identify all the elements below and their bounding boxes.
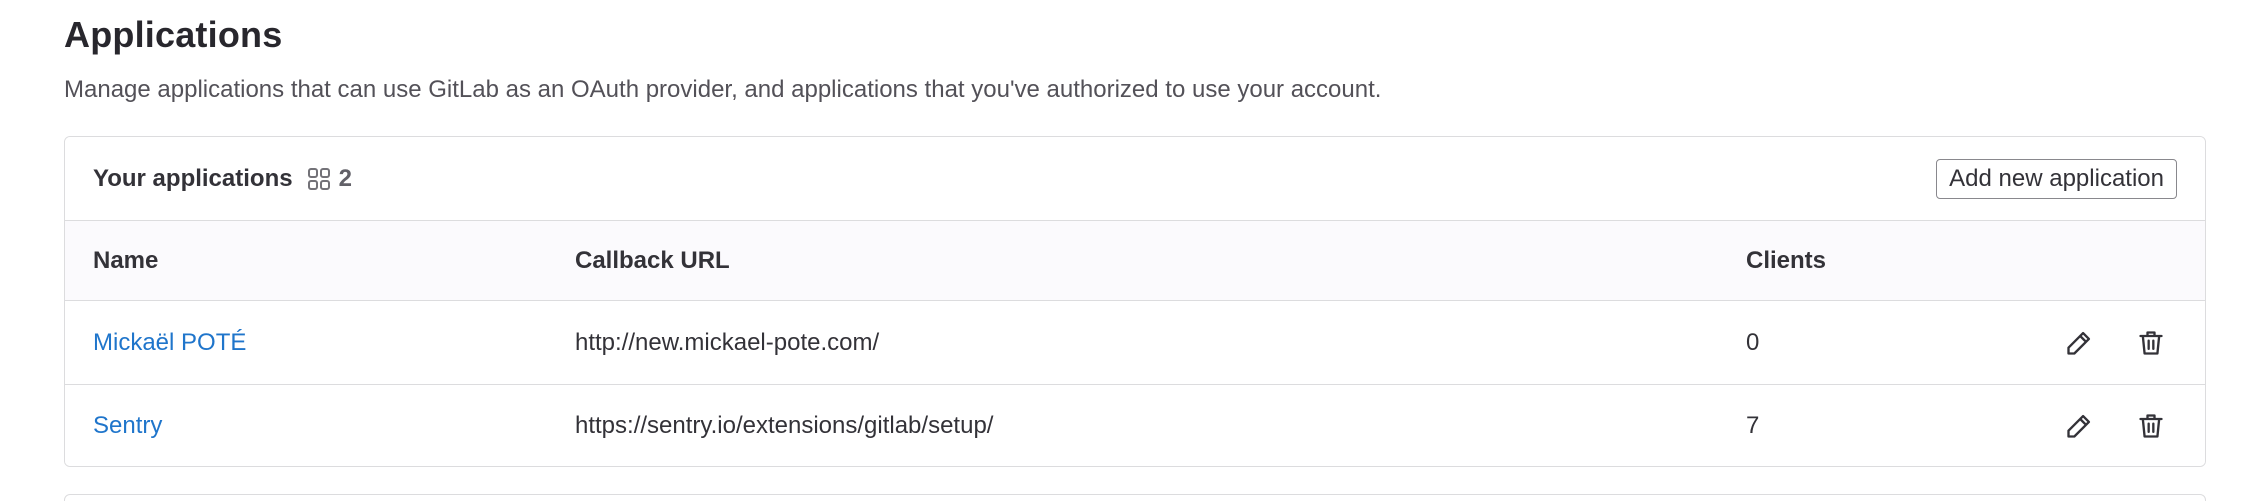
application-link[interactable]: Sentry (93, 412, 162, 440)
edit-button[interactable] (2063, 410, 2095, 442)
clients-cell: 7 (1746, 412, 1760, 439)
page-title: Applications (64, 14, 283, 55)
card-title: Your applications (93, 164, 293, 192)
table-header: Name Callback URL Clients (65, 221, 2205, 301)
application-name-cell: Mickaël POTÉ (93, 301, 246, 384)
applications-count: 2 (338, 164, 352, 192)
callback-url-cell: https://sentry.io/extensions/gitlab/setu… (575, 412, 994, 439)
authorized-applications-card (64, 494, 2206, 501)
trash-icon (2139, 330, 2163, 355)
delete-button[interactable] (2135, 410, 2167, 442)
row-actions (2063, 301, 2167, 384)
applications-table: Name Callback URL Clients Mickaël POTÉ h… (65, 221, 2205, 466)
page-description: Manage applications that can use GitLab … (64, 76, 1382, 103)
table-row: Mickaël POTÉ http://new.mickael-pote.com… (65, 301, 2205, 385)
application-link[interactable]: Mickaël POTÉ (93, 329, 246, 357)
card-header: Your applications 2 Add new application (65, 137, 2205, 221)
callback-url-cell: http://new.mickael-pote.com/ (575, 328, 880, 356)
column-header-name: Name (93, 247, 159, 274)
trash-icon (2139, 414, 2163, 438)
applications-grid-icon (307, 167, 330, 190)
column-header-clients: Clients (1746, 247, 1827, 274)
applications-count-badge: 2 (307, 165, 352, 193)
column-header-callback-url: Callback URL (575, 247, 730, 274)
application-name-cell: Sentry (93, 385, 162, 466)
pencil-icon (2067, 414, 2091, 438)
edit-button[interactable] (2063, 327, 2095, 359)
applications-page: Applications Manage applications that ca… (0, 0, 2250, 501)
your-applications-card: Your applications 2 Add new application … (64, 136, 2206, 467)
add-new-application-button[interactable]: Add new application (1936, 158, 2177, 199)
table-row: Sentry https://sentry.io/extensions/gitl… (65, 385, 2205, 466)
row-actions (2063, 385, 2167, 466)
delete-button[interactable] (2135, 327, 2167, 359)
pencil-icon (2067, 331, 2091, 355)
clients-cell: 0 (1746, 328, 1760, 356)
